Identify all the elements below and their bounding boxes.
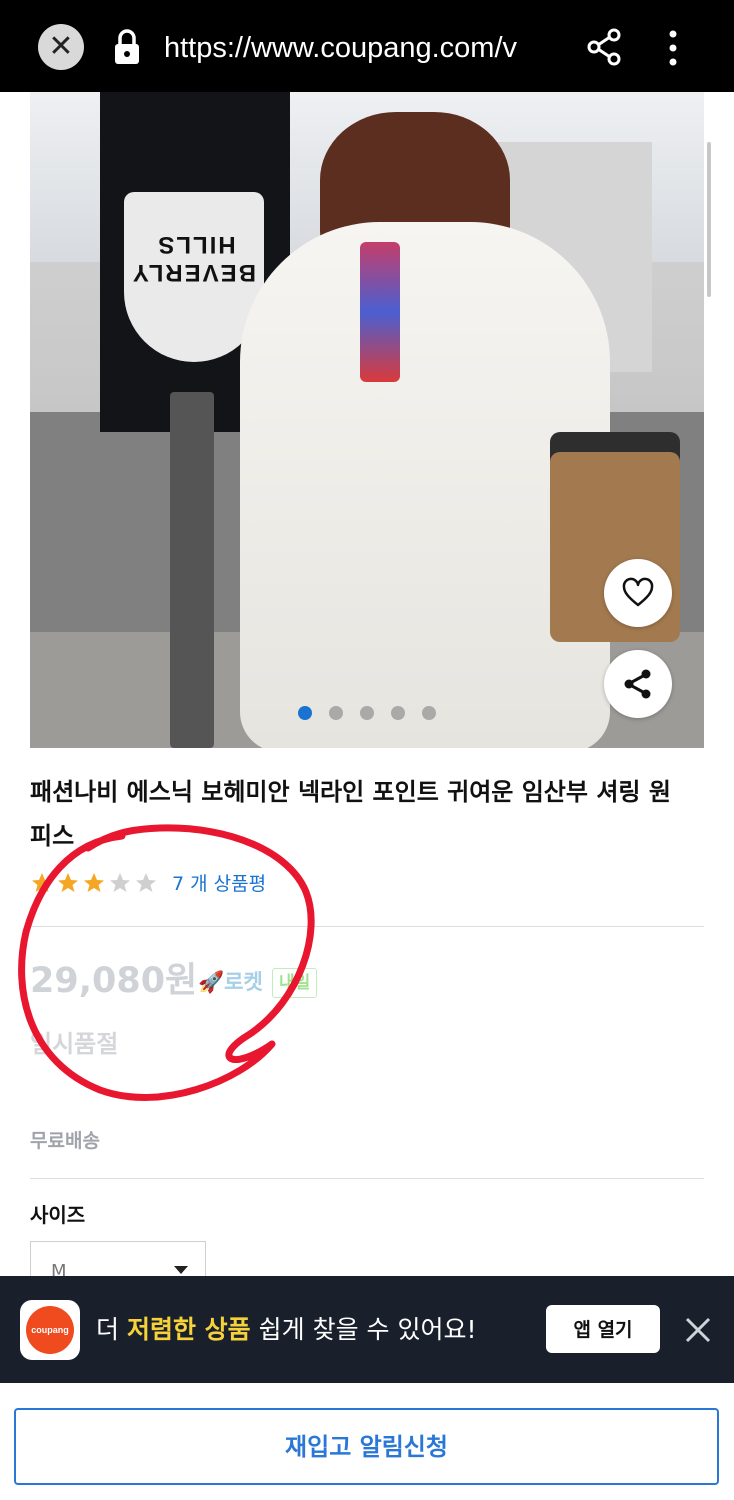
shipping-info: 무료배송 [30,1130,100,1152]
product-image[interactable]: BEVERLY HILLS [30,92,704,748]
coupang-logo[interactable]: coupang [20,1300,80,1360]
pager-dot[interactable] [360,706,374,720]
share-icon[interactable] [586,27,622,67]
pager-dot[interactable] [422,706,436,720]
banner-text-suffix: 쉽게 찾을 수 있어요! [250,1315,477,1344]
red-circle-annotation [18,824,315,1101]
pager-dot[interactable] [391,706,405,720]
restock-alert-button[interactable]: 재입고 알림신청 [14,1408,719,1485]
pager-dot[interactable] [298,706,312,720]
image-pole [170,392,214,748]
coupang-logo-text: coupang [26,1306,74,1354]
close-icon[interactable]: ✕ [38,24,84,70]
pager-dot[interactable] [329,706,343,720]
banner-text-highlight: 저렴한 상품 [126,1315,251,1344]
image-embroidery [360,242,400,382]
banner-text-prefix: 더 [96,1315,127,1344]
wishlist-button[interactable] [604,559,672,627]
share-button[interactable] [604,650,672,718]
share-icon [624,669,651,699]
banner-message: 더 저렴한 상품 쉽게 찾을 수 있어요! [96,1310,476,1350]
open-app-button[interactable]: 앱 열기 [546,1305,660,1353]
url-bar[interactable]: https://www.coupang.com/v [164,26,560,70]
divider [30,1178,704,1179]
lock-icon [115,29,139,64]
more-vertical-icon[interactable] [664,28,682,68]
page-scrollbar[interactable] [707,142,711,297]
image-pager [298,706,438,722]
close-icon[interactable] [684,1316,712,1344]
image-bag-text: BEVERLY HILLS [130,231,256,286]
heart-icon [622,577,654,607]
browser-toolbar: ✕ https://www.coupang.com/v [0,0,734,92]
size-label: 사이즈 [30,1203,86,1227]
app-install-banner: coupang 더 저렴한 상품 쉽게 찾을 수 있어요! 앱 열기 [0,1276,734,1383]
chevron-down-icon[interactable] [174,1266,188,1274]
